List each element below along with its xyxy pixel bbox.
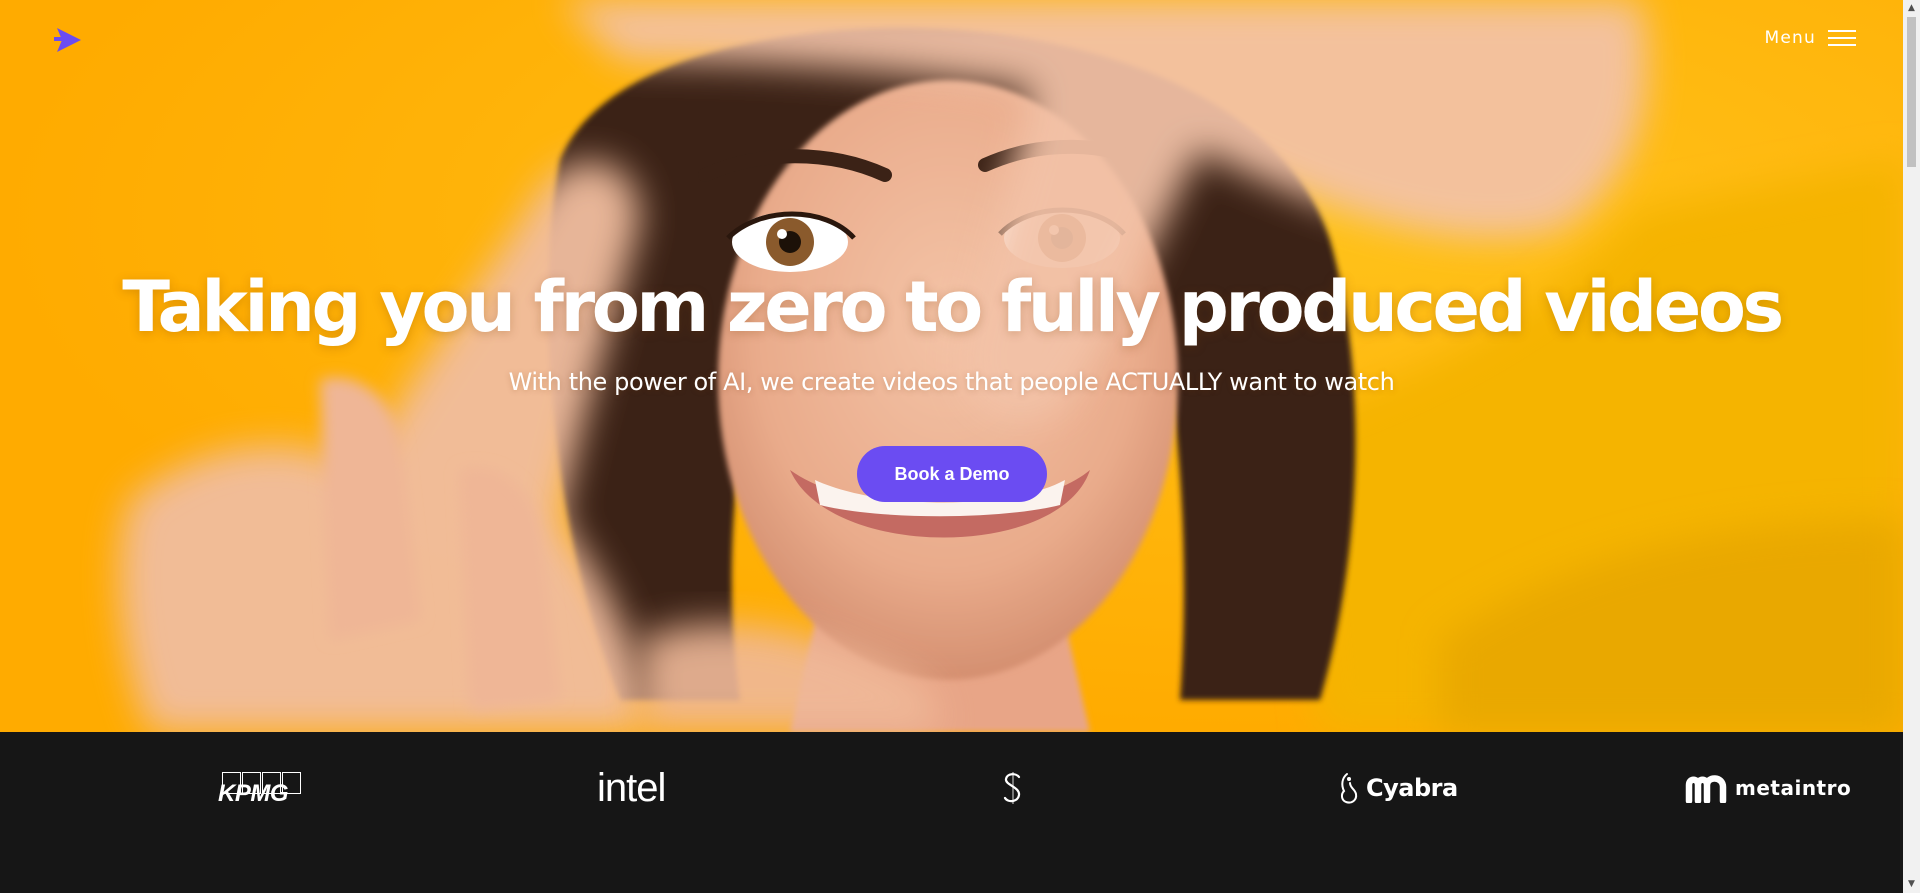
hero-headline: Taking you from zero to fully produced v…	[122, 266, 1784, 348]
hero-subheadline: With the power of AI, we create videos t…	[508, 368, 1395, 396]
page-scrollbar[interactable]: ▲ ▼	[1903, 0, 1920, 893]
hero-photo	[0, 0, 1903, 732]
menu-label: Menu	[1764, 28, 1816, 48]
scroll-up-arrow-icon[interactable]: ▲	[1903, 0, 1920, 17]
kpmg-logo-text: KPMG	[218, 780, 289, 807]
intel-logo-text: intel	[597, 765, 666, 810]
cyabra-logo: Cyabra	[1338, 760, 1458, 816]
s-logo: S	[1001, 760, 1025, 816]
scroll-thumb[interactable]	[1907, 17, 1916, 167]
hamburger-icon	[1828, 28, 1856, 48]
kpmg-logo: KPMG	[218, 760, 306, 816]
cyabra-logo-text: Cyabra	[1366, 774, 1458, 802]
metaintro-logo-text: metaintro	[1735, 776, 1852, 800]
book-demo-button[interactable]: Book a Demo	[857, 446, 1047, 502]
intel-logo: intel	[597, 760, 666, 816]
page: Menu Taking you from zero to fully produ…	[0, 0, 1903, 893]
metaintro-m-icon	[1685, 775, 1727, 803]
s-logo-icon	[1003, 772, 1021, 804]
metaintro-logo: metaintro	[1685, 760, 1851, 816]
cyabra-owl-icon	[1340, 773, 1358, 804]
menu-button[interactable]: Menu	[1765, 28, 1856, 48]
play-arrow-logo-icon[interactable]	[54, 26, 84, 54]
scroll-down-arrow-icon[interactable]: ▼	[1903, 876, 1920, 893]
hero-section: Menu Taking you from zero to fully produ…	[0, 0, 1903, 732]
client-logos-strip: KPMG intel S Cyabra metaintro	[0, 732, 1903, 893]
